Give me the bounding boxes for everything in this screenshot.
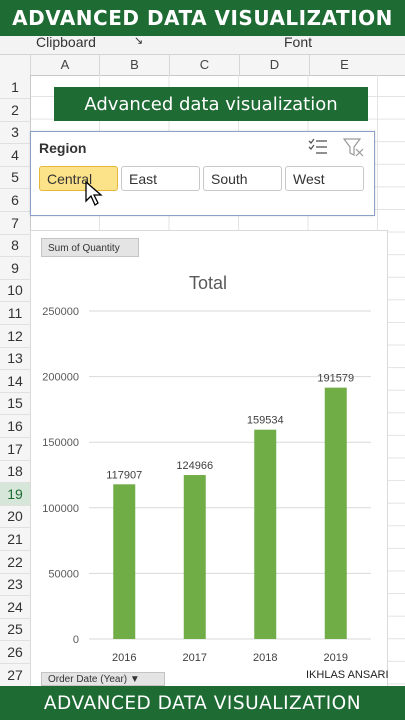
row-header[interactable]: 19 [0,482,32,506]
data-label: 117907 [106,469,142,481]
slicer-item-south[interactable]: South [203,166,282,191]
x-tick-label: 2016 [112,652,136,664]
row-header[interactable]: 27 [0,664,30,687]
slicer-item-central[interactable]: Central [39,166,118,191]
row-header[interactable]: 12 [0,325,30,348]
row-header[interactable]: 18 [0,460,30,484]
top-banner: ADVANCED DATA VISUALIZATION [0,0,405,36]
mouse-pointer-icon [85,181,103,206]
y-tick-label: 250000 [42,306,79,318]
data-label: 159534 [247,415,284,427]
font-group-label: Font [284,34,313,50]
y-tick-label: 150000 [42,437,79,449]
bar [113,484,136,639]
column-header-d[interactable]: D [239,55,309,75]
row-header[interactable]: 5 [0,166,30,190]
row-header[interactable]: 2 [0,99,30,122]
column-header-c[interactable]: C [169,55,239,75]
data-label: 124966 [176,460,213,472]
row-header[interactable]: 9 [0,257,30,280]
row-header[interactable]: 4 [0,144,30,167]
dropdown-arrow-icon: ▼ [129,674,140,685]
row-header[interactable]: 10 [0,279,30,303]
bar [183,475,206,639]
data-label: 191579 [317,373,354,385]
bar [254,429,277,639]
row-header[interactable]: 6 [0,189,30,212]
column-headers: A B C D E [0,55,405,76]
y-tick-label: 0 [73,634,79,646]
dialog-launcher-icon[interactable]: ↘ [134,34,143,47]
order-date-field-label: Order Date (Year) [48,674,128,685]
row-header[interactable]: 22 [0,551,30,574]
column-header-a[interactable]: A [30,55,99,75]
multi-select-icon[interactable] [307,136,329,158]
region-slicer[interactable]: Region Central East South West [30,131,375,216]
row-header[interactable]: 20 [0,505,30,529]
row-header[interactable]: 25 [0,618,30,642]
pivot-chart[interactable]: Total 0 50000 100000 150000 200000 250000 11790… [30,230,388,687]
row-header[interactable]: 1 [0,76,30,99]
bar [324,387,347,639]
ribbon-group-labels: Clipboard ↘ Font [0,34,405,55]
chart-title: Total [189,273,227,293]
slicer-item-west[interactable]: West [285,166,364,191]
sum-of-quantity-field-button[interactable]: Sum of Quantity [41,238,139,257]
row-header[interactable]: 3 [0,121,30,145]
row-headers: 1 2 3 4 5 6 7 8 9 10 11 12 13 14 15 16 17 18 19 20 21 22 23 24 2… [0,75,32,710]
order-date-field-button[interactable]: Order Date (Year) ▼ [41,672,165,686]
row-header[interactable]: 24 [0,596,30,619]
column-header-b[interactable]: B [99,55,169,75]
row-header[interactable]: 26 [0,641,30,664]
column-header-e[interactable]: E [309,55,379,75]
x-tick-label: 2017 [183,652,207,664]
row-header[interactable]: 17 [0,438,30,461]
bottom-banner: ADVANCED DATA VISUALIZATION [0,686,405,720]
row-header[interactable]: 8 [0,234,30,258]
row-header[interactable]: 14 [0,370,30,393]
overlay-title: Advanced data visualization [54,87,368,121]
row-header[interactable]: 11 [0,302,30,325]
bar-chart: Total 0 50000 100000 150000 200000 250000 11790… [42,273,371,664]
watermark: IKHLAS ANSARI [306,669,389,681]
y-tick-label: 200000 [42,372,79,384]
row-header[interactable]: 21 [0,528,30,551]
y-tick-label: 100000 [42,503,79,515]
slicer-item-east[interactable]: East [121,166,200,191]
clipboard-group-label: Clipboard [36,34,96,50]
x-tick-label: 2018 [253,652,277,664]
slicer-header: Region [39,140,87,156]
clear-filter-icon[interactable] [342,136,364,158]
row-header[interactable]: 13 [0,347,30,371]
row-header[interactable]: 16 [0,415,30,438]
x-tick-label: 2019 [324,652,348,664]
y-tick-label: 50000 [48,568,79,580]
row-header[interactable]: 23 [0,573,30,597]
row-header[interactable]: 15 [0,392,30,416]
row-header[interactable]: 7 [0,212,30,235]
